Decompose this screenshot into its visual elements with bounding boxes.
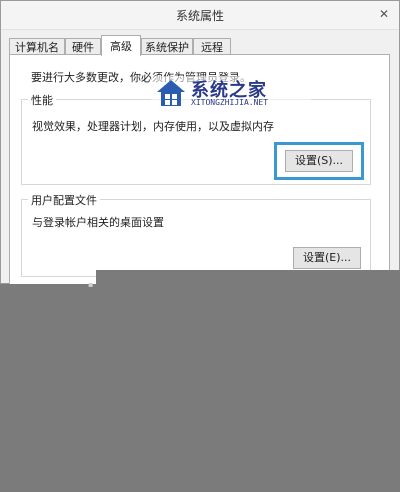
- window-title: 系统属性: [175, 9, 224, 23]
- tab-computer-name[interactable]: 计算机名: [9, 38, 65, 55]
- gray-overlay-lower: [0, 284, 400, 492]
- user-profiles-group: 用户配置文件 与登录帐户相关的桌面设置 设置(E)...: [21, 192, 371, 277]
- watermark-subtext: XITONGZHIJIA.NET: [191, 98, 269, 107]
- performance-settings-button[interactable]: 设置(S)...: [285, 150, 353, 172]
- tab-hardware[interactable]: 硬件: [65, 38, 101, 55]
- house-logo-icon: [157, 80, 185, 106]
- tab-remote[interactable]: 远程: [193, 38, 231, 55]
- user-profiles-group-label: 用户配置文件: [28, 192, 100, 208]
- tab-system-protection[interactable]: 系统保护: [141, 38, 193, 55]
- close-icon[interactable]: ✕: [375, 5, 393, 23]
- performance-group-label: 性能: [28, 92, 56, 108]
- watermark: 系统之家 XITONGZHIJIA.NET: [151, 76, 311, 110]
- title-bar: 系统属性 ✕: [1, 1, 399, 30]
- tab-advanced[interactable]: 高级: [101, 35, 141, 56]
- performance-description: 视觉效果，处理器计划，内存使用，以及虚拟内存: [32, 120, 274, 133]
- overlay-mark: ▪: [88, 280, 94, 289]
- user-profiles-description: 与登录帐户相关的桌面设置: [32, 216, 164, 229]
- gray-overlay-block: [96, 270, 400, 294]
- user-profiles-settings-button[interactable]: 设置(E)...: [293, 247, 361, 269]
- system-properties-window: 系统属性 ✕ 计算机名 硬件 高级 系统保护 远程 要进行大多数更改，你必须作为…: [0, 0, 400, 294]
- performance-group: 性能 视觉效果，处理器计划，内存使用，以及虚拟内存 设置(S)...: [21, 92, 371, 185]
